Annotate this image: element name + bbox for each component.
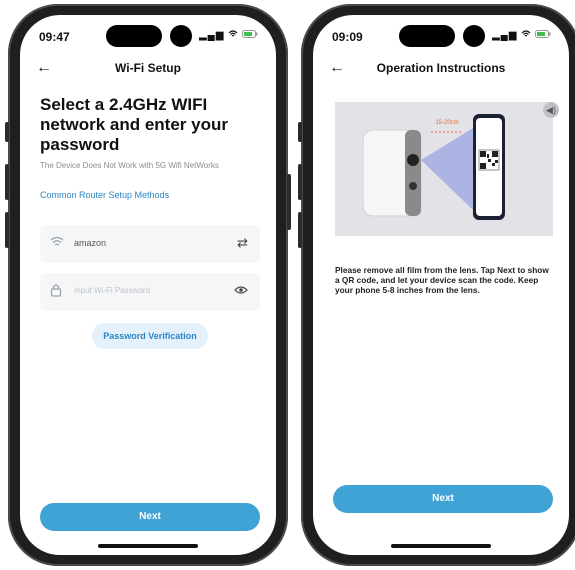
volume-down-button: [298, 212, 302, 248]
phone-frame-right: 09:09 ▂▄▆ ← Operation Instructions 15-20…: [298, 4, 575, 566]
password-field[interactable]: Input Wi-Fi Password: [40, 273, 260, 311]
wifi-icon: [521, 30, 531, 37]
operation-instructions-screen: 09:09 ▂▄▆ ← Operation Instructions 15-20…: [313, 15, 569, 555]
dynamic-island: [106, 25, 162, 47]
switch-network-icon[interactable]: ⇄: [237, 235, 248, 251]
navigation-bar: ← Wi-Fi Setup: [20, 55, 276, 81]
home-indicator: [391, 544, 491, 548]
camera-front-panel: [405, 130, 421, 216]
distance-label: 15-20cm: [435, 120, 458, 126]
camera-lens: [407, 154, 419, 166]
signal-icon: ▂▄▆: [198, 30, 225, 41]
status-icons: ▂▄▆: [492, 30, 551, 41]
qr-code-icon: [478, 149, 500, 171]
battery-icon: [242, 30, 258, 38]
battery-icon: [535, 30, 551, 38]
front-camera: [463, 25, 485, 47]
volume-up-button: [298, 164, 302, 200]
password-verification-button[interactable]: Password Verification: [92, 323, 208, 349]
signal-icon: ▂▄▆: [491, 30, 518, 41]
instructions-text: Please remove all film from the lens. Ta…: [335, 265, 549, 295]
dynamic-island: [399, 25, 455, 47]
eye-icon[interactable]: [234, 283, 248, 298]
next-button[interactable]: Next: [40, 503, 260, 531]
next-button[interactable]: Next: [333, 485, 553, 513]
home-indicator: [98, 544, 198, 548]
wifi-network-name: amazon: [74, 238, 107, 248]
wifi-network-field[interactable]: amazon ⇄: [40, 225, 260, 263]
status-time: 09:09: [332, 30, 363, 44]
page-title: Operation Instructions: [376, 61, 506, 75]
status-time: 09:47: [39, 30, 70, 44]
wifi-icon: [228, 30, 238, 37]
phone-frame-left: 09:47 ▂▄▆ ← Wi-Fi Setup Select a 2.4GHz …: [5, 4, 291, 566]
router-setup-link[interactable]: Common Router Setup Methods: [40, 190, 169, 200]
volume-up-button: [5, 164, 9, 200]
volume-down-button: [5, 212, 9, 248]
power-button: [287, 174, 291, 230]
lock-icon: [50, 283, 62, 300]
wifi-icon: [50, 235, 64, 251]
5g-warning-note: The Device Does Not Work with 5G Wifi Ne…: [40, 161, 219, 170]
mute-switch: [298, 122, 302, 142]
page-title: Wi-Fi Setup: [115, 61, 181, 75]
camera-scan-illustration: 15-20cm ◀): [335, 102, 559, 236]
headline: Select a 2.4GHz WIFI network and enter y…: [40, 95, 228, 154]
wifi-setup-screen: 09:47 ▂▄▆ ← Wi-Fi Setup Select a 2.4GHz …: [20, 15, 276, 555]
navigation-bar: ← Operation Instructions: [313, 55, 569, 81]
mute-switch: [5, 122, 9, 142]
camera-phone-diagram: 15-20cm: [362, 114, 505, 220]
scan-beam: [421, 128, 473, 210]
password-placeholder: Input Wi-Fi Password: [74, 286, 151, 295]
front-camera: [170, 25, 192, 47]
speaker-icon[interactable]: ◀): [543, 102, 559, 118]
status-icons: ▂▄▆: [199, 30, 258, 41]
camera-sensor: [409, 182, 417, 190]
